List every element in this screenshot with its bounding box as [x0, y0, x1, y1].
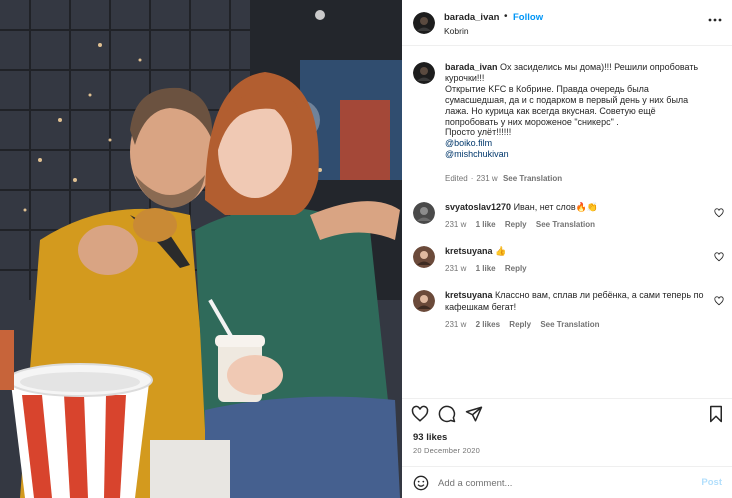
- reply-button[interactable]: Reply: [505, 264, 527, 273]
- comment-icon[interactable]: [438, 405, 456, 423]
- comment-likes[interactable]: 1 like: [476, 264, 496, 273]
- share-icon[interactable]: [465, 405, 483, 423]
- heart-icon[interactable]: [714, 208, 724, 218]
- post-location[interactable]: Kobrin: [444, 26, 469, 36]
- edited-label: Edited: [445, 174, 468, 183]
- commenter-avatar[interactable]: [413, 202, 435, 224]
- comment-likes[interactable]: 2 likes: [476, 320, 500, 329]
- author-username[interactable]: barada_ivan: [444, 12, 499, 23]
- caption-meta: Edited · 231 w See Translation: [445, 174, 563, 183]
- instagram-post-view: barada_ivan • Follow Kobrin barada_ivan …: [0, 0, 732, 498]
- follow-button[interactable]: Follow: [513, 12, 543, 23]
- caption-time[interactable]: 231 w: [476, 174, 497, 183]
- post-photo[interactable]: [0, 0, 402, 498]
- comment-body: Иван, нет слов🔥👏: [513, 202, 599, 212]
- post-photo-image: [0, 0, 402, 498]
- comment-item: kretsuyana 👍 231 w 1 like Reply: [402, 244, 732, 284]
- heart-icon[interactable]: [411, 405, 429, 423]
- heart-icon[interactable]: [714, 296, 724, 306]
- separator-dot: •: [504, 11, 508, 22]
- caption-line: лажа. Но курица как всегда вкусная. Сове…: [445, 105, 656, 116]
- comment-item: svyatoslav1270 Иван, нет слов🔥👏 231 w 1 …: [402, 200, 732, 240]
- comment-likes[interactable]: 1 like: [476, 220, 496, 229]
- emoji-icon[interactable]: [413, 475, 429, 491]
- post-header: barada_ivan • Follow Kobrin: [402, 0, 732, 46]
- comment-input[interactable]: [438, 475, 688, 491]
- post-date: 20 December 2020: [413, 446, 480, 455]
- post-side-panel: barada_ivan • Follow Kobrin barada_ivan …: [402, 0, 732, 498]
- comment-item: kretsuyana Классно вам, сплав ли ребёнка…: [402, 288, 732, 334]
- comment-time[interactable]: 231 w: [445, 264, 466, 273]
- comment-time[interactable]: 231 w: [445, 220, 466, 229]
- post-comment-button[interactable]: Post: [701, 477, 722, 488]
- comment-text: kretsuyana Классно вам, сплав ли ребёнка…: [445, 290, 707, 313]
- caption-line: Ох засиделись мы дома)!!! Решили опробов…: [500, 62, 699, 72]
- see-translation-button[interactable]: See Translation: [503, 174, 562, 183]
- comment-meta: 231 w 1 like Reply: [445, 264, 534, 273]
- bookmark-icon[interactable]: [707, 405, 725, 423]
- mention-link[interactable]: @mishchukivan: [445, 149, 713, 160]
- add-comment-bar: Post: [402, 466, 732, 498]
- caption-line: Открытие KFC в Кобрине. Правда очередь б…: [445, 83, 649, 94]
- reply-button[interactable]: Reply: [505, 220, 527, 229]
- caption-text: barada_ivan Ох засиделись мы дома)!!! Ре…: [445, 62, 713, 160]
- comment-meta: 231 w 1 like Reply See Translation: [445, 220, 602, 229]
- commenter-username[interactable]: svyatoslav1270: [445, 202, 511, 212]
- caption-line: курочки!!!: [445, 72, 485, 83]
- commenter-avatar[interactable]: [413, 246, 435, 268]
- more-horizontal-icon[interactable]: [708, 13, 722, 27]
- caption-line: Просто улёт!!!!!!: [445, 127, 512, 138]
- reply-button[interactable]: Reply: [509, 320, 531, 329]
- commenter-username[interactable]: kretsuyana: [445, 290, 493, 300]
- author-avatar[interactable]: [413, 12, 435, 34]
- comment-time[interactable]: 231 w: [445, 320, 466, 329]
- caption-line: сумасшедшая, да и с подарком в первый де…: [445, 94, 689, 105]
- caption-username[interactable]: barada_ivan: [445, 62, 498, 72]
- commenter-username[interactable]: kretsuyana: [445, 246, 493, 256]
- comment-text: kretsuyana 👍: [445, 246, 707, 258]
- comment-text: svyatoslav1270 Иван, нет слов🔥👏: [445, 202, 707, 214]
- caption-line: попробовать у них мороженое "сникерс" .: [445, 116, 619, 127]
- mention-link[interactable]: @boiko.film: [445, 138, 713, 149]
- comment-meta: 231 w 2 likes Reply See Translation: [445, 320, 606, 329]
- post-actions: [402, 398, 732, 428]
- heart-icon[interactable]: [714, 252, 724, 262]
- commenter-avatar[interactable]: [413, 290, 435, 312]
- see-translation-button[interactable]: See Translation: [540, 320, 599, 329]
- see-translation-button[interactable]: See Translation: [536, 220, 595, 229]
- caption-author-avatar[interactable]: [413, 62, 435, 84]
- comment-body: 👍: [495, 246, 507, 256]
- likes-count[interactable]: 93 likes: [413, 432, 447, 443]
